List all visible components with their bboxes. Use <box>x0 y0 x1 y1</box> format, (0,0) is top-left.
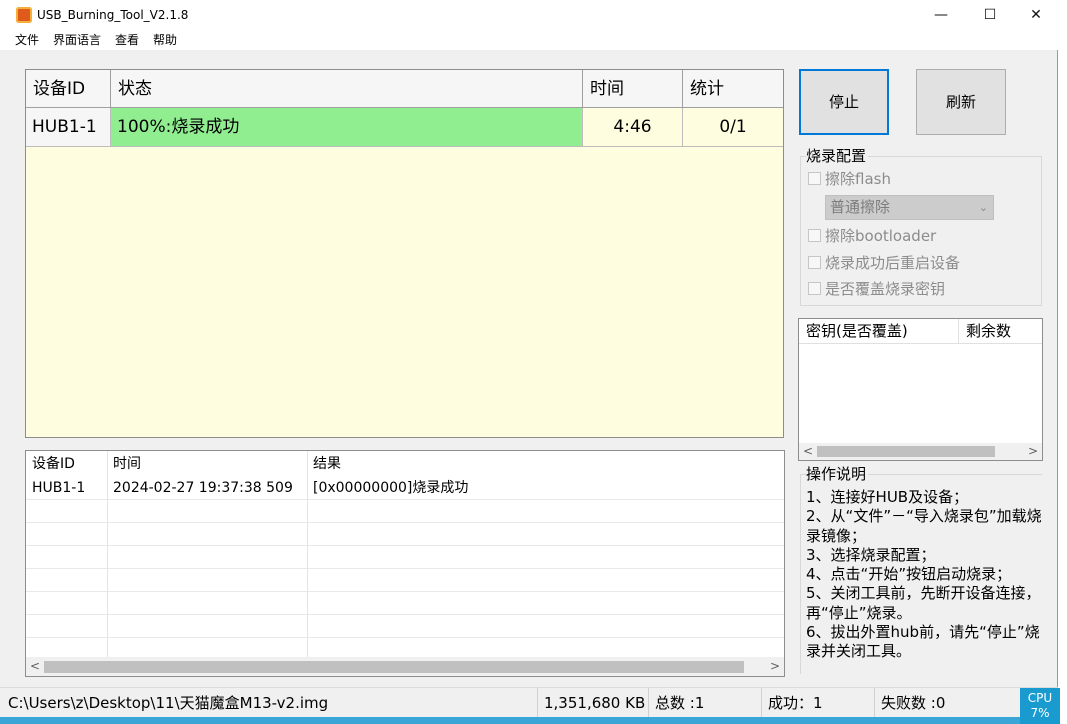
log-header-time[interactable]: 时间 <box>107 451 307 477</box>
log-table[interactable]: 设备ID 时间 结果 HUB1-1 2024-02-27 19:37:38 50… <box>25 450 785 677</box>
chevron-down-icon: ⌄ <box>978 201 988 214</box>
menu-language[interactable]: 界面语言 <box>53 32 101 48</box>
log-cell-device-id[interactable]: HUB1-1 <box>26 477 107 500</box>
scroll-right-arrow-icon[interactable]: > <box>1024 443 1042 460</box>
menu-help[interactable]: 帮助 <box>153 32 177 48</box>
overwrite-key-checkbox[interactable]: 是否覆盖烧录密钥 <box>808 280 945 298</box>
checkbox-box[interactable] <box>808 256 821 269</box>
title-bar: USB_Burning_Tool_V2.1.8 — ☐ ✕ <box>0 0 1058 30</box>
status-success: 成功：1 <box>762 688 875 718</box>
key-header-remaining[interactable]: 剩余数 <box>959 319 1042 344</box>
scroll-left-arrow-icon[interactable]: < <box>26 657 44 676</box>
erase-flash-checkbox[interactable]: 擦除flash <box>808 170 891 188</box>
scrollbar-thumb[interactable] <box>44 661 744 673</box>
status-bar: C:\Users\z\Desktop\11\天猫魔盒M13-v2.img 1,3… <box>0 687 1058 718</box>
stop-button[interactable]: 停止 <box>799 69 889 135</box>
overwrite-key-label: 是否覆盖烧录密钥 <box>825 280 946 298</box>
instruction-line: 3、选择烧录配置； <box>806 545 936 564</box>
instruction-line: 6、拔出外置hub前，请先“停止”烧录并关闭工具。 <box>806 623 1040 661</box>
column-header-status[interactable]: 状态 <box>111 70 583 108</box>
instruction-line: 1、连接好HUB及设备； <box>806 488 969 506</box>
app-icon <box>16 7 32 23</box>
cpu-meter: CPU 7% <box>1020 688 1060 724</box>
reboot-after-checkbox[interactable]: 烧录成功后重启设备 <box>808 254 960 272</box>
close-button[interactable]: ✕ <box>1013 0 1059 30</box>
device-status-cell[interactable]: 100%:烧录成功 <box>111 108 583 147</box>
scroll-left-arrow-icon[interactable]: < <box>799 443 817 460</box>
cpu-label: CPU <box>1027 691 1053 705</box>
status-total: 总数 :1 <box>649 688 762 718</box>
log-row-divider <box>26 591 784 592</box>
log-row-divider <box>26 614 784 615</box>
status-file-size: 1,351,680 KB <box>538 688 649 718</box>
window-title: USB_Burning_Tool_V2.1.8 <box>37 8 189 22</box>
cpu-value: 7% <box>1030 706 1050 720</box>
erase-mode-select[interactable]: 普通擦除 ⌄ <box>825 195 994 220</box>
instruction-line: 4、点击“开始”按钮启动烧录； <box>806 565 1012 584</box>
column-header-time[interactable]: 时间 <box>583 70 683 108</box>
log-header-result[interactable]: 结果 <box>307 451 777 477</box>
log-cell-time[interactable]: 2024-02-27 19:37:38 509 <box>107 477 307 500</box>
menu-bar: 文件 界面语言 查看 帮助 <box>0 30 1058 50</box>
instruction-line: 2、从“文件”－“导入烧录包”加载烧录镜像； <box>806 507 1042 545</box>
log-header-device-id[interactable]: 设备ID <box>26 451 107 477</box>
main-window: USB_Burning_Tool_V2.1.8 — ☐ ✕ 文件 界面语言 查看… <box>0 0 1058 724</box>
maximize-button[interactable]: ☐ <box>967 0 1013 30</box>
log-row-divider <box>26 637 784 638</box>
status-file-path: C:\Users\z\Desktop\11\天猫魔盒M13-v2.img <box>2 688 538 718</box>
checkbox-box[interactable] <box>808 229 821 242</box>
refresh-button[interactable]: 刷新 <box>916 69 1006 135</box>
status-fail: 失败数 :0 <box>881 694 946 712</box>
device-table[interactable]: 设备ID 状态 时间 统计 HUB1-1 100%:烧录成功 4:46 0/1 <box>25 69 784 438</box>
log-cell-result[interactable]: [0x00000000]烧录成功 <box>307 477 777 500</box>
column-header-stats[interactable]: 统计 <box>683 70 783 108</box>
menu-view[interactable]: 查看 <box>115 32 139 48</box>
device-stats-cell[interactable]: 0/1 <box>683 108 783 147</box>
reboot-after-label: 烧录成功后重启设备 <box>825 254 961 272</box>
scrollbar-thumb[interactable] <box>817 446 995 457</box>
burn-config-title: 烧录配置 <box>806 147 869 165</box>
erase-mode-value: 普通擦除 <box>830 198 891 216</box>
device-id-cell[interactable]: HUB1-1 <box>26 108 111 147</box>
log-row-divider <box>26 568 784 569</box>
erase-bootloader-label: 擦除bootloader <box>825 227 937 245</box>
minimize-button[interactable]: — <box>918 0 964 30</box>
instruction-line: 5、关闭工具前，先断开设备连接，再“停止”烧录。 <box>806 584 1041 622</box>
instructions-title: 操作说明 <box>806 465 869 483</box>
taskbar-strip <box>0 717 1020 724</box>
erase-flash-label: 擦除flash <box>825 170 891 188</box>
column-header-device-id[interactable]: 设备ID <box>26 70 111 108</box>
menu-file[interactable]: 文件 <box>15 32 39 48</box>
device-time-cell[interactable]: 4:46 <box>583 108 683 147</box>
log-row-divider <box>26 522 784 523</box>
log-row-divider <box>26 545 784 546</box>
key-list[interactable]: 密钥(是否覆盖) 剩余数 < > <box>798 318 1043 461</box>
erase-bootloader-checkbox[interactable]: 擦除bootloader <box>808 227 936 245</box>
scroll-right-arrow-icon[interactable]: > <box>766 657 784 676</box>
key-header-key[interactable]: 密钥(是否覆盖) <box>799 319 959 344</box>
log-horizontal-scrollbar[interactable]: < > <box>26 657 784 676</box>
checkbox-box[interactable] <box>808 172 821 185</box>
instructions-text: 1、连接好HUB及设备； 2、从“文件”－“导入烧录包”加载烧录镜像； 3、选择… <box>806 488 1042 662</box>
checkbox-box[interactable] <box>808 282 821 295</box>
key-list-horizontal-scrollbar[interactable]: < > <box>799 443 1042 460</box>
